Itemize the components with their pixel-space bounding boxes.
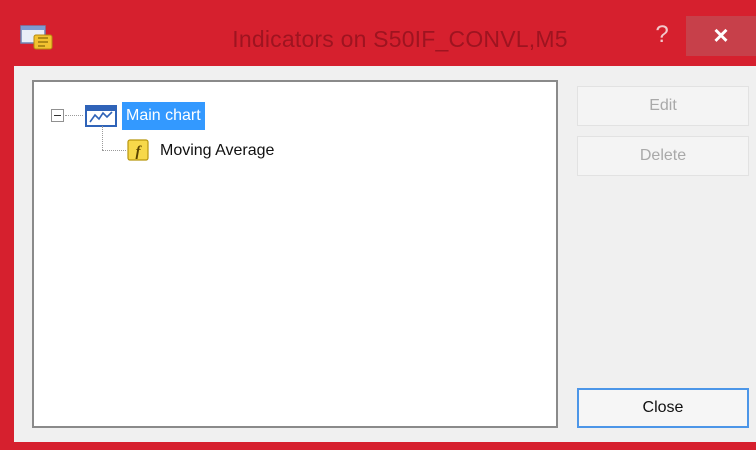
tree-connector [102, 126, 103, 150]
collapse-icon[interactable] [51, 109, 64, 122]
title-bar[interactable]: Indicators on S50IF_CONVL,M5 ? × [0, 0, 756, 66]
delete-button[interactable]: Delete [577, 136, 749, 176]
tree-connector [102, 150, 126, 151]
app-icon [20, 25, 53, 50]
close-window-button[interactable]: × [686, 16, 756, 56]
edit-button[interactable]: Edit [577, 86, 749, 126]
indicator-tree[interactable]: Main chart f Moving Average [32, 80, 558, 428]
close-button[interactable]: Close [577, 388, 749, 428]
chart-window-icon [85, 105, 117, 127]
indicator-function-icon: f [127, 139, 149, 161]
help-button[interactable]: ? [643, 18, 681, 52]
tree-node-main-chart[interactable]: Main chart [122, 102, 205, 130]
tree-connector [65, 115, 83, 116]
tree-node-moving-average[interactable]: Moving Average [160, 138, 274, 164]
window-title: Indicators on S50IF_CONVL,M5 [232, 26, 568, 52]
indicators-dialog: Indicators on S50IF_CONVL,M5 ? × Main ch… [0, 0, 756, 450]
dialog-body: Main chart f Moving Average Edit Delete … [14, 66, 756, 442]
